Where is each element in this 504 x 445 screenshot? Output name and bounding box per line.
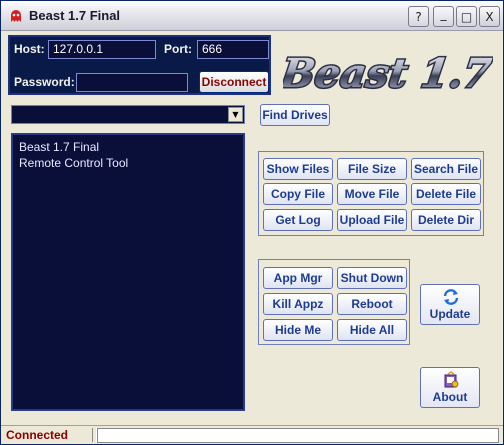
search-file-button[interactable]: Search File: [411, 158, 481, 180]
find-drives-button[interactable]: Find Drives: [260, 104, 330, 126]
upload-file-button[interactable]: Upload File: [337, 209, 407, 231]
chevron-down-icon[interactable]: ▼: [228, 107, 243, 122]
window-title: Beast 1.7 Final: [29, 8, 121, 23]
get-log-button[interactable]: Get Log: [263, 209, 333, 231]
hide-all-button[interactable]: Hide All: [337, 319, 407, 341]
reboot-button[interactable]: Reboot: [337, 293, 407, 315]
delete-file-button[interactable]: Delete File: [411, 183, 481, 205]
ghost-icon: [11, 10, 21, 22]
minimize-icon: _: [440, 6, 447, 21]
logo-text: Beast 1.7: [283, 50, 493, 97]
password-label: Password:: [14, 75, 75, 89]
status-detail-field: [97, 428, 499, 443]
beast-logo: Beast 1.7 Beast 1.7: [283, 49, 493, 97]
connection-panel: Host: 127.0.0.1 Port: 666 Password: Disc…: [8, 35, 271, 95]
output-log[interactable]: Beast 1.7 Final Remote Control Tool: [11, 133, 245, 411]
host-input[interactable]: 127.0.0.1: [48, 40, 156, 59]
port-label: Port:: [164, 42, 192, 56]
show-files-button[interactable]: Show Files: [263, 158, 333, 180]
app-mgr-button[interactable]: App Mgr: [263, 267, 333, 289]
file-commands-group: Show Files File Size Search File Copy Fi…: [258, 151, 484, 236]
about-box-icon: [444, 371, 459, 388]
minimize-button[interactable]: _: [433, 6, 454, 27]
maximize-button[interactable]: □: [456, 6, 477, 27]
update-button[interactable]: Update: [420, 284, 480, 325]
main-window: Beast 1.7 Final ? _ □ X Host: 127.0.0.1 …: [0, 0, 504, 445]
copy-file-button[interactable]: Copy File: [263, 183, 333, 205]
delete-dir-button[interactable]: Delete Dir: [411, 209, 481, 231]
drive-dropdown[interactable]: ▼: [11, 105, 245, 124]
system-commands-group: App Mgr Shut Down Kill Appz Reboot Hide …: [258, 259, 410, 345]
drive-selected-value: [12, 106, 16, 120]
password-input[interactable]: [76, 73, 188, 92]
hide-me-button[interactable]: Hide Me: [263, 319, 333, 341]
title-bar[interactable]: Beast 1.7 Final ? _ □ X: [1, 1, 503, 31]
disconnect-button[interactable]: Disconnect: [199, 71, 269, 93]
output-line: Beast 1.7 Final: [19, 140, 100, 154]
kill-appz-button[interactable]: Kill Appz: [263, 293, 333, 315]
output-line: Remote Control Tool: [19, 156, 129, 170]
shut-down-button[interactable]: Shut Down: [337, 267, 407, 289]
file-size-button[interactable]: File Size: [337, 158, 407, 180]
update-label: Update: [429, 307, 471, 321]
port-input[interactable]: 666: [197, 40, 269, 59]
help-button[interactable]: ?: [408, 6, 429, 27]
move-file-button[interactable]: Move File: [337, 183, 407, 205]
connection-status: Connected: [6, 428, 69, 442]
refresh-icon: [443, 289, 459, 305]
close-button[interactable]: X: [479, 6, 500, 27]
host-label: Host:: [14, 42, 45, 56]
about-label: About: [432, 390, 468, 404]
about-button[interactable]: About: [420, 367, 480, 408]
status-bar: Connected: [1, 425, 503, 444]
